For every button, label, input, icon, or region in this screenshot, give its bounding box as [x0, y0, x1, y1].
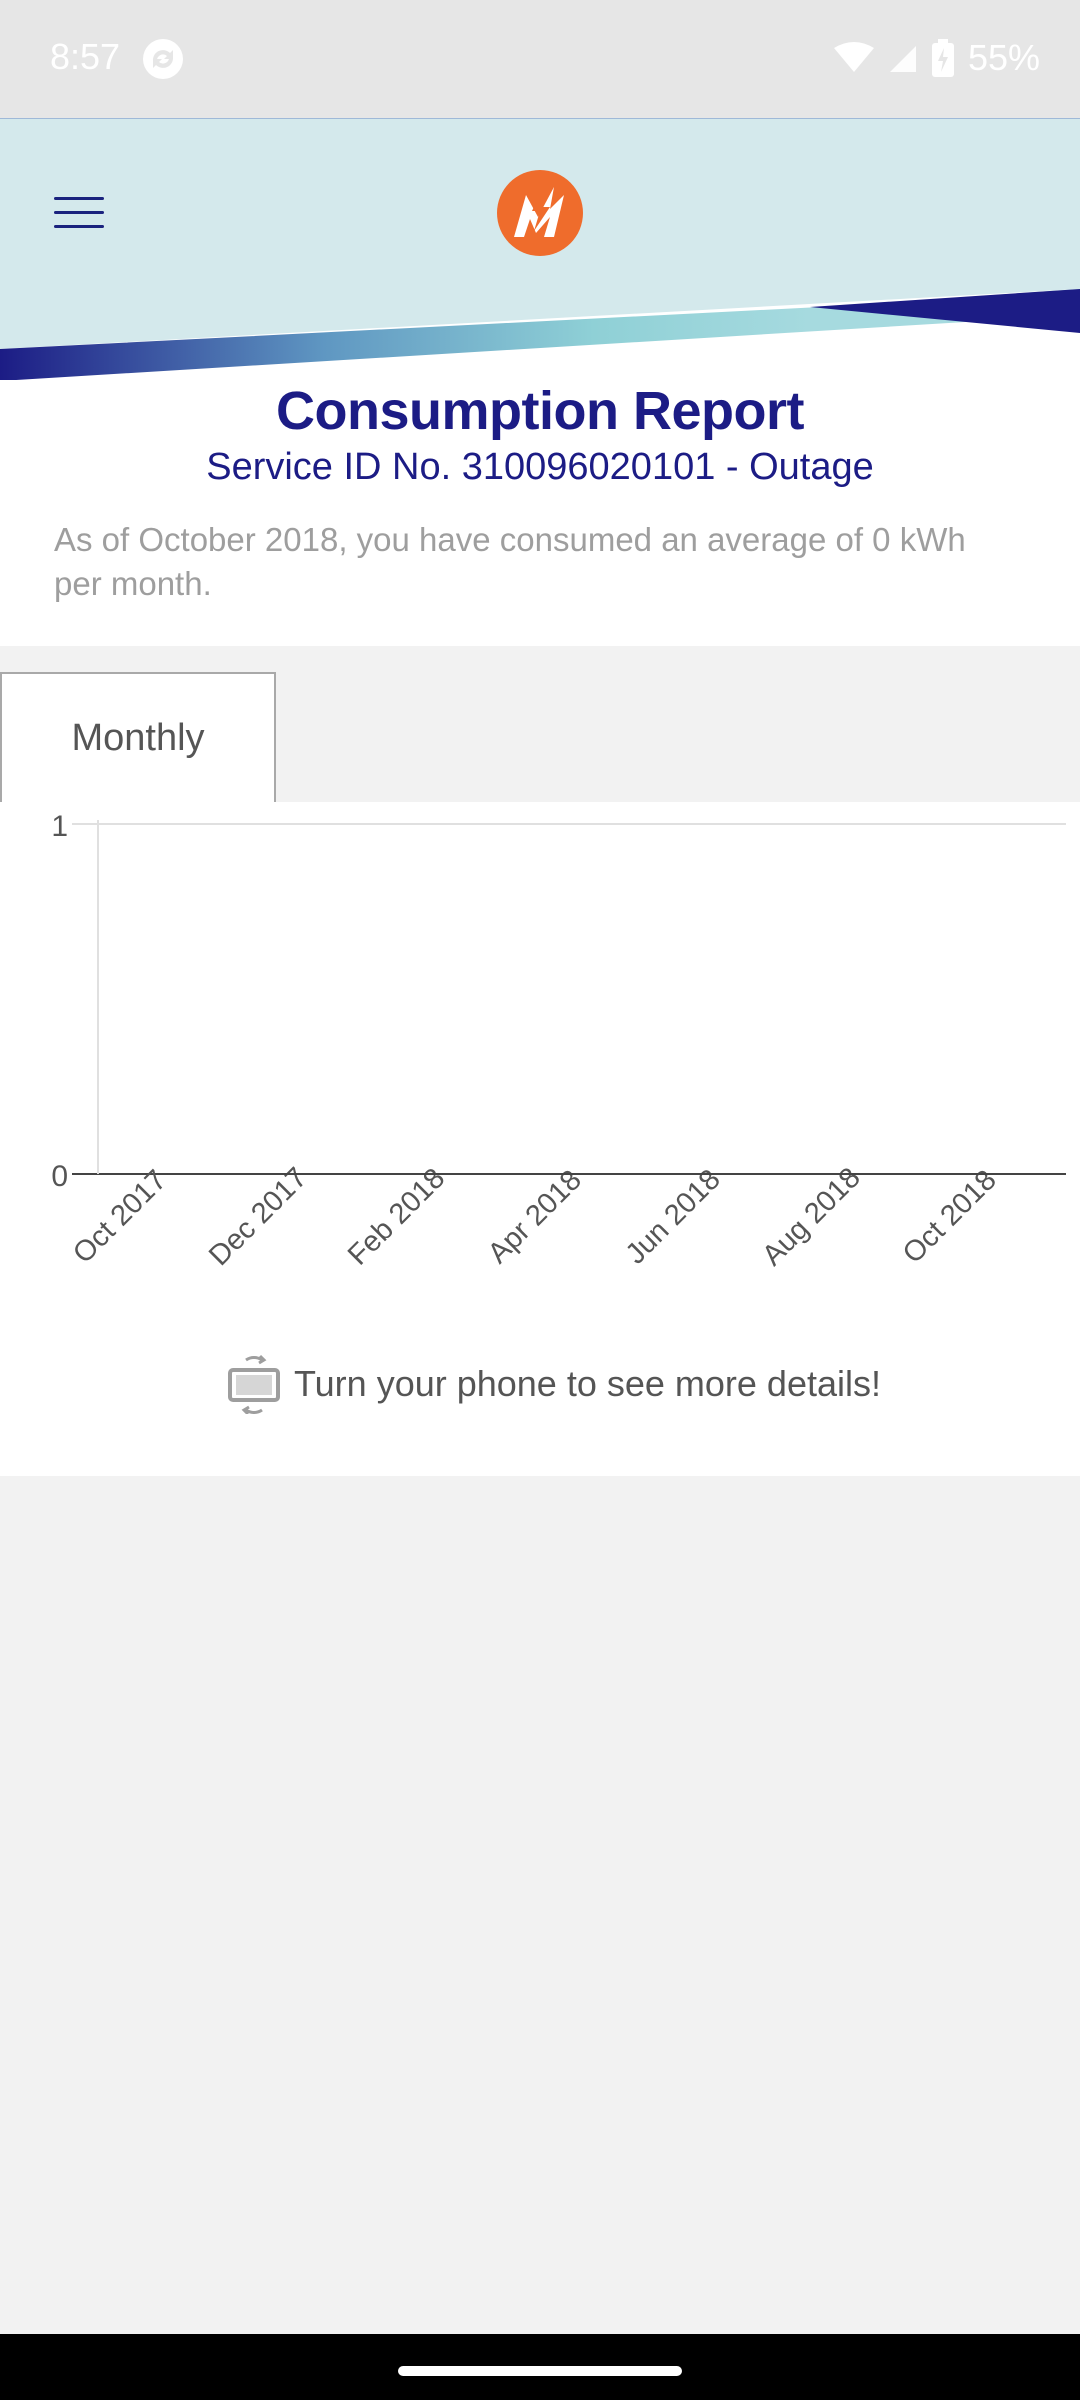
x-tick-label: Oct 2018: [897, 1164, 1003, 1270]
lightning-m-logo: [497, 170, 583, 256]
battery-charging-icon: [931, 39, 954, 77]
battery-percent: 55%: [967, 37, 1040, 78]
x-tick-label: Dec 2017: [203, 1162, 313, 1272]
status-bar: 8:57 55%: [0, 0, 1080, 118]
x-tick-label: Apr 2018: [482, 1164, 588, 1270]
x-tick-label: Feb 2018: [342, 1162, 451, 1271]
rotate-phone-icon: [228, 1354, 280, 1414]
consumption-chart: 0 1 Oct 2017 Dec 2017 Feb 2018 Apr 2018 Jun 20…: [0, 802, 1080, 1476]
tab-strip: Monthly: [0, 646, 1080, 802]
data-point: [996, 1173, 998, 1175]
tab-monthly[interactable]: Monthly: [0, 672, 276, 802]
y-tick-label: 0: [51, 1160, 68, 1193]
data-point: [858, 1173, 860, 1175]
service-id-label: Service ID No. 310096020101 - Outage: [206, 446, 874, 488]
status-icons: 55%: [833, 36, 1040, 80]
x-tick-label: Jun 2018: [620, 1163, 727, 1270]
data-point: [304, 1173, 306, 1175]
data-point: [166, 1173, 168, 1175]
x-tick-label: Aug 2018: [756, 1162, 866, 1272]
rotate-hint-text: Turn your phone to see more details!: [294, 1363, 881, 1404]
consumption-summary: As of October 2018, you have consumed an…: [54, 521, 966, 602]
page-title: Consumption Report: [276, 381, 804, 441]
data-point: [443, 1173, 445, 1175]
report-info: Consumption Report Service ID No. 310096…: [0, 380, 1080, 646]
data-point: [719, 1173, 721, 1175]
wifi-icon: [833, 42, 874, 72]
status-time: 8:57: [50, 36, 121, 77]
y-tick-label: 1: [51, 810, 68, 843]
data-point: [581, 1173, 583, 1175]
home-gesture-handle[interactable]: [398, 2366, 682, 2376]
rotate-hint: Turn your phone to see more details!: [226, 1354, 881, 1414]
signal-icon: [889, 46, 916, 72]
hamburger-menu-icon[interactable]: [48, 187, 114, 237]
sync-icon: [143, 39, 183, 79]
x-tick-label: Oct 2017: [67, 1164, 173, 1270]
navigation-bar: [0, 2334, 1080, 2400]
app-header: [0, 118, 1080, 381]
chart-svg: 0 1 Oct 2017 Dec 2017 Feb 2018 Apr 2018 Jun 20…: [51, 810, 1066, 1272]
